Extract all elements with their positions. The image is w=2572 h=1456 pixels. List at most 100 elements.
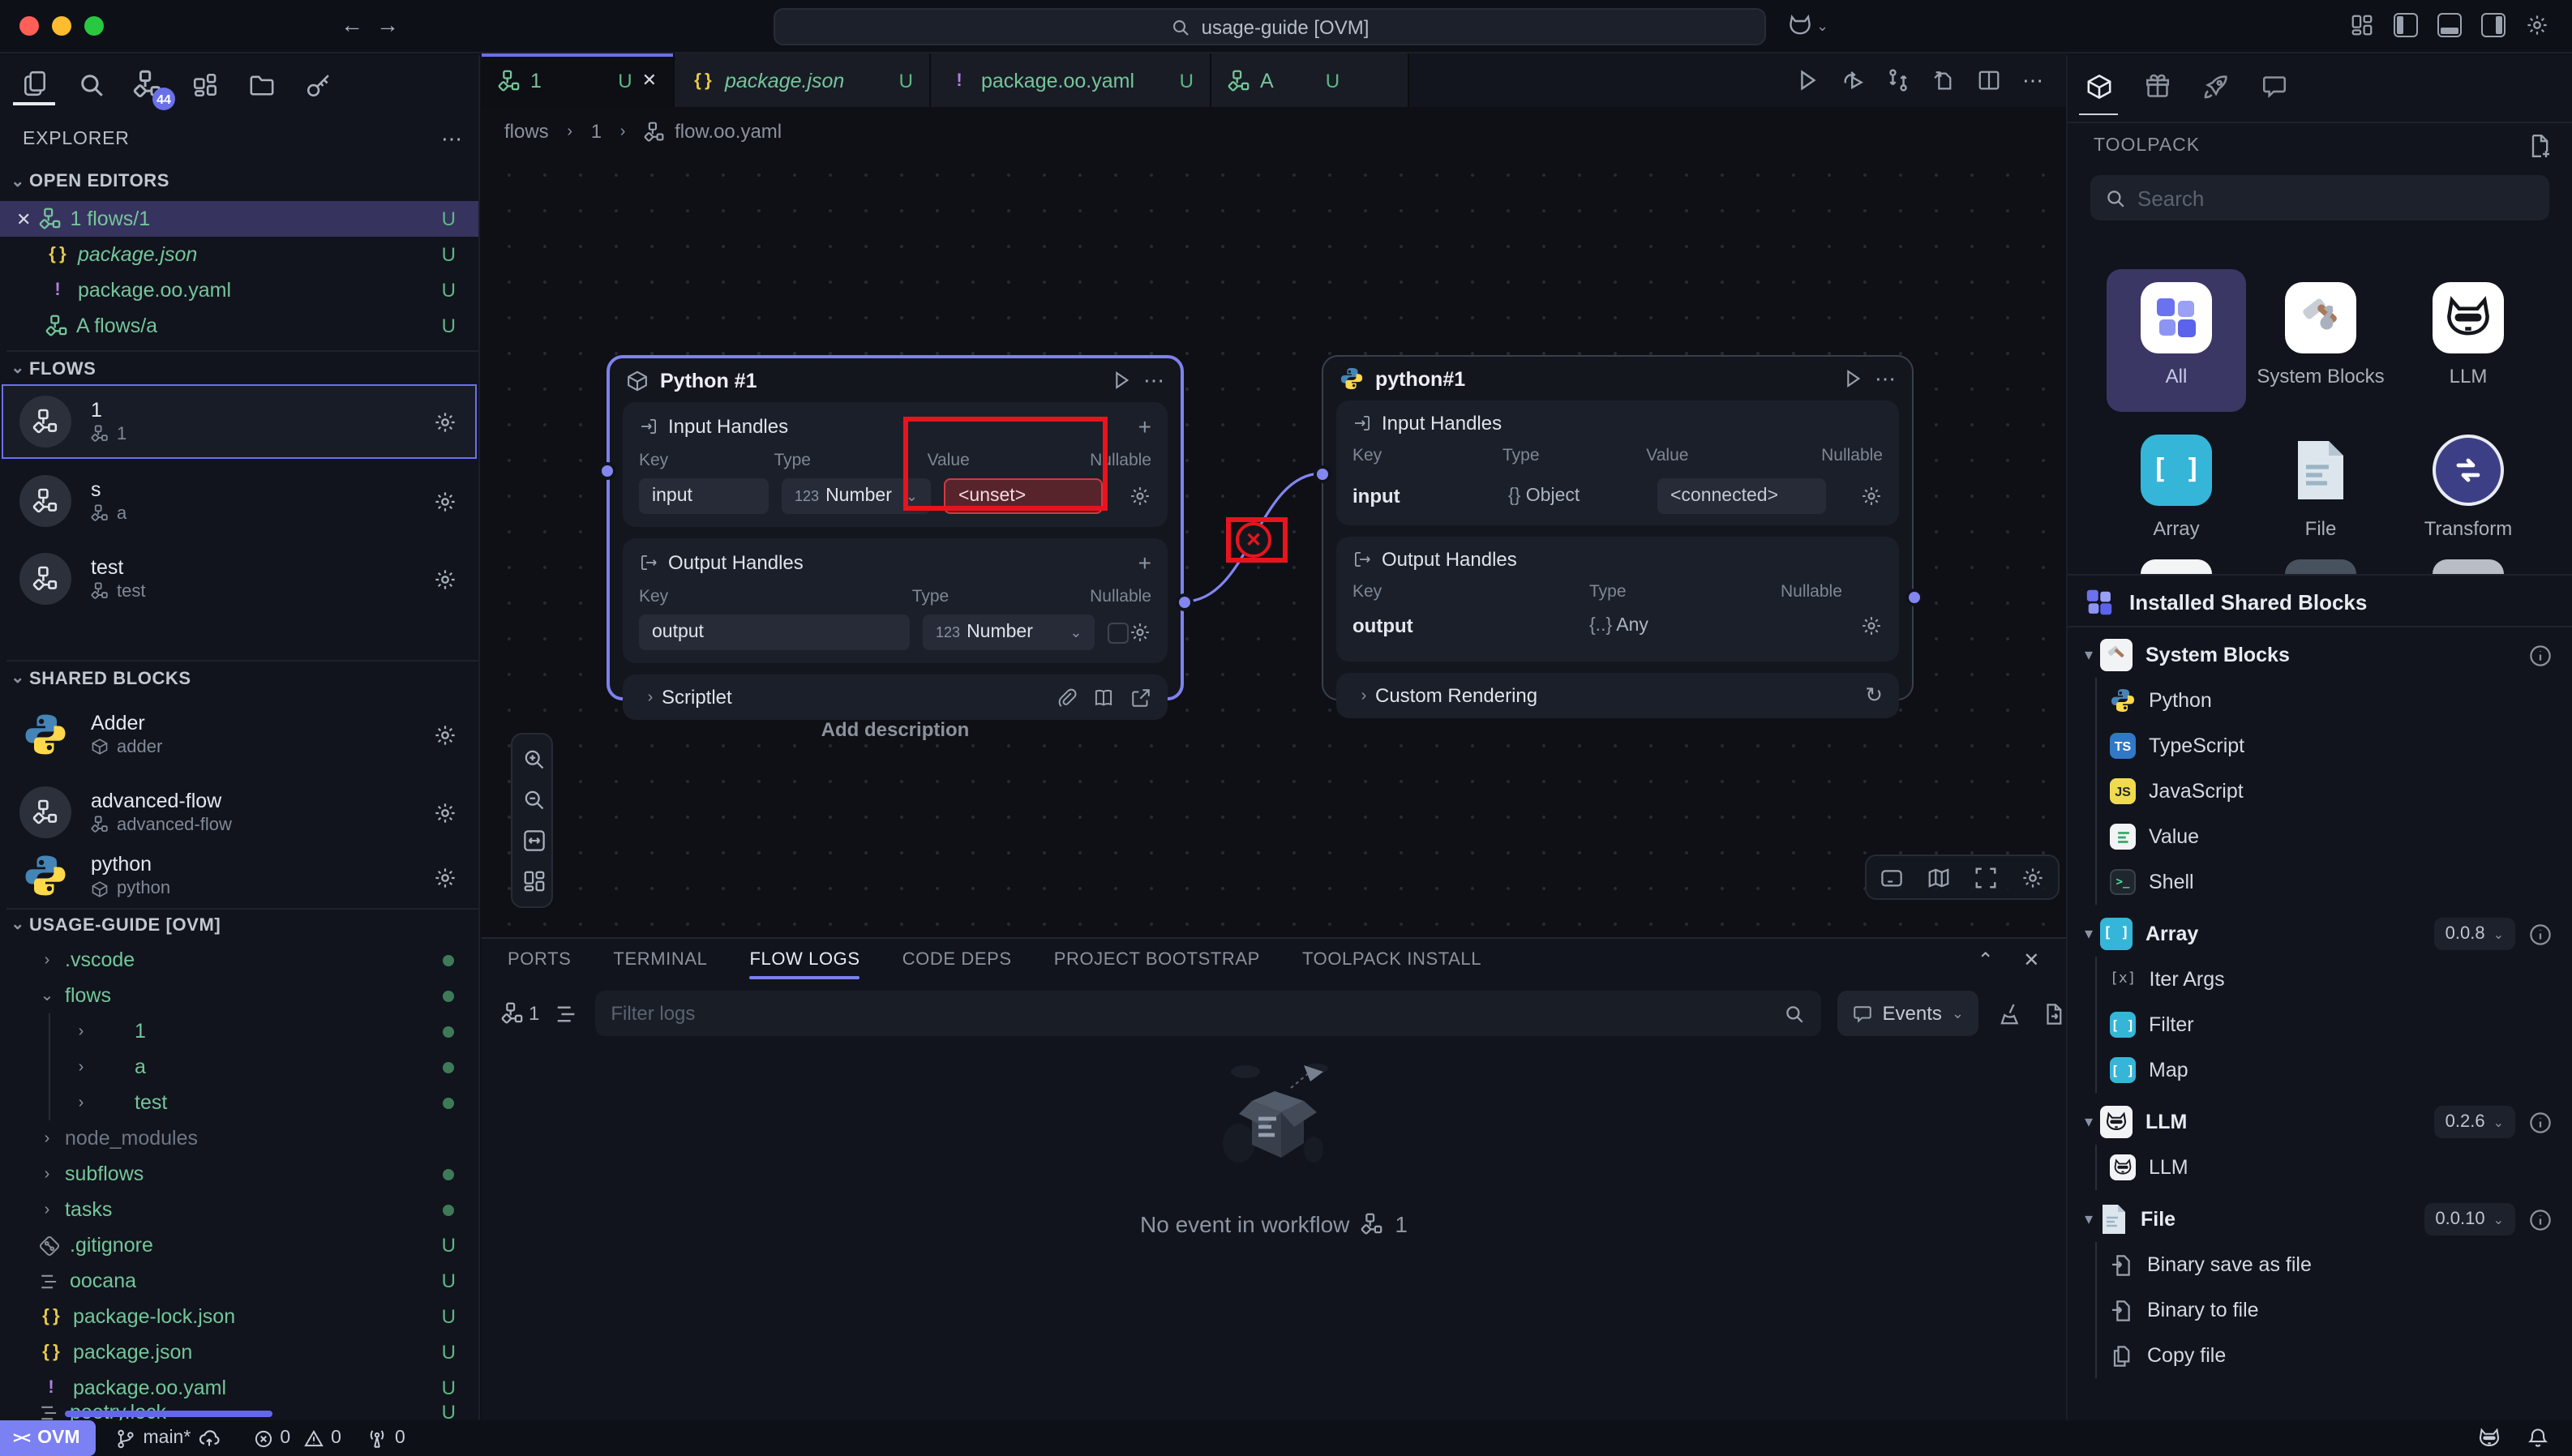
block-javascript[interactable]: JS JavaScript: [2068, 769, 2572, 814]
zoom-out-icon[interactable]: [512, 780, 555, 820]
new-toolpack-icon[interactable]: [2527, 133, 2553, 159]
open-editor-item[interactable]: ✕ 1 flows/1 U: [0, 201, 478, 237]
remote-indicator[interactable]: >< OVM: [0, 1420, 96, 1456]
tree-item-vscode[interactable]: ›.vscode: [0, 942, 478, 978]
gear-icon[interactable]: [1129, 485, 1151, 507]
gear-icon[interactable]: [1860, 485, 1883, 507]
tree-item-flows-test[interactable]: ›test: [49, 1085, 478, 1120]
command-center-search[interactable]: usage-guide [OVM]: [774, 8, 1766, 45]
tab-ports[interactable]: PORTS: [508, 939, 571, 981]
keys-activity-icon[interactable]: [297, 63, 339, 105]
info-icon[interactable]: [2528, 922, 2553, 946]
layout-icon[interactable]: [512, 861, 555, 901]
tab-feedback-icon[interactable]: [2253, 62, 2295, 110]
input-handle-dot[interactable]: [1314, 465, 1331, 483]
workflow-filter-badge[interactable]: 1: [501, 1002, 539, 1025]
log-level-icon[interactable]: [554, 1001, 578, 1026]
breadcrumb-item[interactable]: 1: [591, 120, 602, 143]
tab-code-deps[interactable]: CODE DEPS: [902, 939, 1012, 981]
tree-item-gitignore[interactable]: .gitignoreU: [0, 1227, 478, 1263]
open-editors-header[interactable]: ⌄ OPEN EDITORS: [6, 172, 169, 191]
tree-item-package-lock[interactable]: { } package-lock.jsonU: [0, 1299, 478, 1334]
tree-item-subflows[interactable]: ›subflows: [0, 1156, 478, 1192]
tree-item-flows-1[interactable]: ›1: [49, 1013, 478, 1049]
gear-icon[interactable]: [1860, 615, 1883, 637]
maximize-panel-icon[interactable]: ⌃: [1978, 949, 1995, 971]
rerun-icon[interactable]: [1841, 68, 1865, 92]
block-shell[interactable]: >_ Shell: [2068, 859, 2572, 905]
group-llm[interactable]: ▾ LLM 0.2.6⌄: [2068, 1099, 2572, 1145]
tab-rocket-icon[interactable]: [2194, 62, 2236, 110]
explorer-activity-icon[interactable]: [13, 63, 55, 105]
minimize-window-button[interactable]: [52, 16, 71, 36]
block-value[interactable]: Value: [2068, 814, 2572, 859]
split-editor-icon[interactable]: [1977, 68, 2001, 92]
tab-flow-a[interactable]: A U: [1211, 54, 1409, 107]
category-system-blocks[interactable]: System Blocks: [2254, 282, 2387, 389]
toggle-right-sidebar-icon[interactable]: [2481, 13, 2506, 37]
node-more-icon[interactable]: ⋯: [1875, 366, 1896, 392]
tree-item-oocana[interactable]: oocanaU: [0, 1263, 478, 1299]
shared-block-advanced-flow[interactable]: advanced-flow advanced-flow: [2, 775, 477, 850]
gear-icon[interactable]: [433, 866, 457, 890]
block-iter-args[interactable]: [x] Iter Args: [2068, 957, 2572, 1002]
sync-changes-icon[interactable]: [1886, 68, 1910, 92]
block-map[interactable]: [ ] Map: [2068, 1047, 2572, 1093]
add-output-icon[interactable]: +: [1138, 550, 1151, 576]
tab-gift-icon[interactable]: [2136, 62, 2178, 110]
tree-item-flows-a[interactable]: ›a: [49, 1049, 478, 1085]
block-binary-save-as-file[interactable]: Binary save as file: [2068, 1242, 2572, 1287]
events-dropdown[interactable]: Events ⌄: [1837, 991, 1978, 1036]
copilot-cat-icon[interactable]: ⌄: [1787, 13, 1828, 39]
open-editor-item[interactable]: { } package.json U: [0, 237, 478, 272]
block-copy-file[interactable]: Copy file: [2068, 1333, 2572, 1378]
tree-item-node-modules[interactable]: ›node_modules: [0, 1120, 478, 1156]
tab-flow-1[interactable]: 1 U ✕: [482, 54, 675, 107]
flow-card-test[interactable]: test test: [2, 542, 477, 616]
shared-block-python[interactable]: python python: [2, 853, 477, 908]
shared-blocks-header[interactable]: ⌄ SHARED BLOCKS: [6, 660, 480, 696]
tree-item-package-oo-yaml[interactable]: ! package.oo.yamlU: [0, 1370, 478, 1406]
folder-activity-icon[interactable]: [240, 63, 282, 105]
tab-terminal[interactable]: TERMINAL: [613, 939, 707, 981]
block-typescript[interactable]: TS TypeScript: [2068, 723, 2572, 769]
version-select[interactable]: 0.0.10⌄: [2424, 1203, 2515, 1235]
info-icon[interactable]: [2528, 1110, 2553, 1134]
tab-package-oo-yaml[interactable]: ! package.oo.yaml U: [931, 54, 1211, 107]
flows-section-header[interactable]: ⌄ FLOWS: [6, 350, 480, 386]
tree-item-flows[interactable]: ⌄flows: [0, 978, 478, 1013]
input-key-field[interactable]: input: [639, 478, 769, 514]
gear-icon[interactable]: [433, 489, 457, 513]
tab-toolpack-install[interactable]: TOOLPACK INSTALL: [1302, 939, 1481, 981]
node-python-1[interactable]: Python #1 ⋯ Input Handles + Key Type Val…: [607, 355, 1184, 700]
fit-view-icon[interactable]: [512, 820, 555, 861]
horizontal-scrollbar[interactable]: [65, 1411, 272, 1417]
gear-icon[interactable]: [433, 409, 457, 434]
version-select[interactable]: 0.0.8⌄: [2434, 918, 2515, 950]
gear-icon[interactable]: [433, 567, 457, 591]
search-activity-icon[interactable]: [70, 63, 112, 105]
group-array[interactable]: ▾ [ ] Array 0.0.8⌄: [2068, 911, 2572, 957]
run-node-icon[interactable]: [1842, 368, 1863, 389]
breadcrumb-item[interactable]: flows: [504, 120, 549, 143]
flow-card-1[interactable]: 1 1: [2, 384, 477, 459]
close-icon[interactable]: ✕: [642, 70, 657, 91]
nullable-checkbox[interactable]: [1108, 622, 1129, 643]
close-window-button[interactable]: [19, 16, 39, 36]
export-logs-icon[interactable]: [2042, 1001, 2066, 1026]
block-binary-to-file[interactable]: Binary to file: [2068, 1287, 2572, 1333]
customize-layout-icon[interactable]: [2350, 13, 2374, 37]
open-editor-item[interactable]: A flows/a U: [0, 308, 478, 344]
block-python[interactable]: Python: [2068, 678, 2572, 723]
history-back-icon[interactable]: ←: [341, 11, 363, 37]
more-actions-icon[interactable]: ⋯: [2022, 67, 2043, 93]
output-handle-dot[interactable]: [1905, 589, 1923, 606]
gear-icon[interactable]: [433, 722, 457, 747]
run-flow-icon[interactable]: [1795, 68, 1820, 92]
toggle-bottom-panel-icon[interactable]: [2437, 13, 2462, 37]
add-description-button[interactable]: Add description: [607, 718, 1184, 741]
open-file-icon[interactable]: [1931, 68, 1956, 92]
tab-package-json[interactable]: { } package.json U: [675, 54, 931, 107]
category-file[interactable]: File: [2254, 435, 2387, 542]
version-select[interactable]: 0.2.6⌄: [2434, 1106, 2515, 1138]
